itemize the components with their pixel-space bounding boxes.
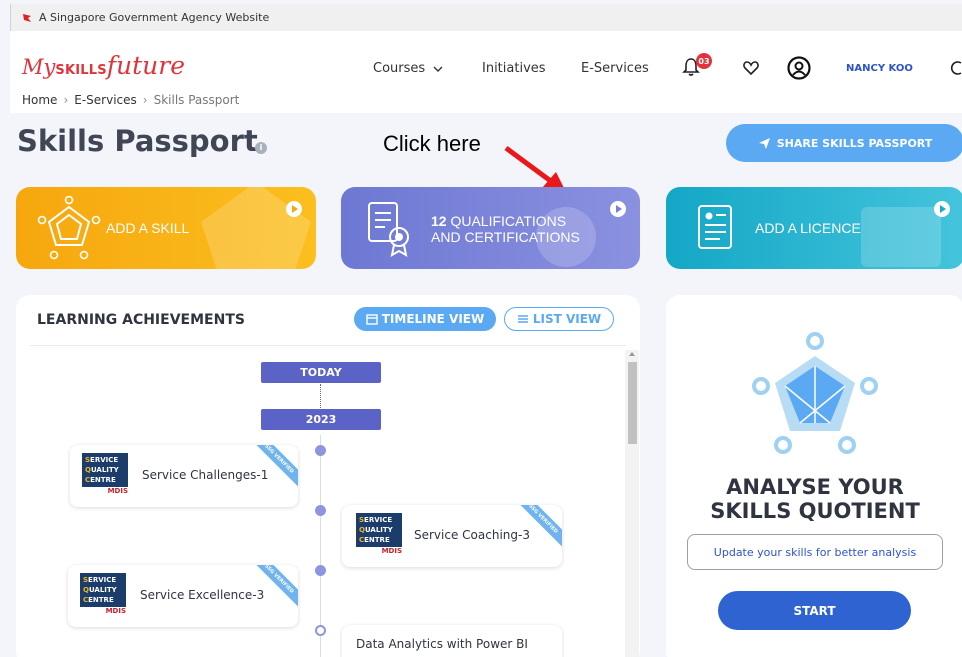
scroll-up-arrow-icon[interactable]: [629, 352, 635, 356]
share-button-label: SHARE SKILLS PASSPORT: [776, 136, 933, 150]
play-icon[interactable]: [934, 201, 950, 217]
card-decoration-icon: [861, 207, 941, 267]
year-marker: 2023: [261, 409, 381, 430]
scroll-thumb[interactable]: [628, 362, 637, 444]
lion-head-icon: [23, 13, 31, 22]
sqc-word: UALITY: [90, 466, 119, 474]
add-skill-label: ADD A SKILL: [106, 220, 190, 236]
skill-radar-icon: [37, 195, 101, 260]
add-licence-card[interactable]: ADD A LICENCE: [666, 187, 962, 269]
search-icon[interactable]: [950, 59, 962, 77]
gov-banner: A Singapore Government Agency Website: [10, 4, 962, 31]
sqc-word: ENTRE: [90, 476, 116, 484]
sqc-word: ERVICE: [88, 576, 117, 584]
achievement-title: Service Coaching-3: [414, 528, 530, 542]
timeline-dot: [315, 625, 326, 636]
sqc-word: ERVICE: [90, 456, 119, 464]
sqc-word: UALITY: [364, 526, 393, 534]
list-view-button[interactable]: LIST VIEW: [504, 307, 614, 331]
nav-eservices-label: E-Services: [581, 61, 649, 76]
skills-quotient-panel: ANALYSE YOUR SKILLS QUOTIENT Update your…: [666, 295, 962, 657]
qualifications-line1: QUALIFICATIONS: [450, 213, 567, 229]
analyse-title: ANALYSE YOUR SKILLS QUOTIENT: [666, 475, 962, 523]
achievement-card[interactable]: SERVICE QUALITY CENTRE MDIS Service Coachi…: [342, 505, 562, 567]
update-skills-box: Update your skills for better analysis: [687, 534, 943, 570]
nav-courses-label: Courses: [373, 61, 426, 76]
breadcrumb: Home › E-Services › Skills Passport: [22, 93, 239, 107]
achievement-card[interactable]: Data Analytics with Power BI: [342, 625, 562, 657]
nav-initiatives[interactable]: Initiatives: [482, 61, 546, 76]
play-icon[interactable]: [610, 201, 626, 217]
analyse-title-line1: ANALYSE YOUR: [726, 475, 904, 499]
learning-achievements-panel: LEARNING ACHIEVEMENTS TIMELINE VIEW LIST…: [16, 295, 640, 657]
click-here-annotation: Click here: [383, 131, 481, 156]
pentagon-decoration-icon: [201, 187, 311, 269]
breadcrumb-separator-icon: ›: [63, 93, 69, 107]
start-button[interactable]: START: [718, 591, 911, 630]
today-marker: TODAY: [261, 362, 381, 383]
site-header: MySKILLSfuture Courses Initiatives E-Ser…: [10, 31, 962, 113]
heart-icon[interactable]: [743, 61, 759, 75]
logo-my: My: [22, 55, 56, 79]
mdis-label: MDIS: [381, 547, 402, 555]
timeline-dot: [315, 565, 326, 576]
mdis-label: MDIS: [105, 607, 126, 615]
play-icon[interactable]: [286, 201, 302, 217]
sqc-logo: SERVICE QUALITY CENTRE MDIS: [82, 453, 128, 497]
timeline-scrollbar[interactable]: [625, 350, 639, 657]
notification-badge: 03: [696, 53, 712, 69]
timeline-view-label: TIMELINE VIEW: [381, 312, 485, 326]
logo-skills: SKILLS: [55, 63, 107, 78]
breadcrumb-eservices[interactable]: E-Services: [74, 93, 137, 107]
qualifications-count: 12: [431, 213, 447, 229]
achievement-card[interactable]: SERVICE QUALITY CENTRE MDIS Service Excell…: [68, 565, 298, 627]
qualifications-label: 12 QUALIFICATIONS AND CERTIFICATIONS: [431, 213, 580, 245]
calendar-icon: [366, 314, 378, 325]
licence-document-icon: [698, 205, 732, 249]
breadcrumb-current: Skills Passport: [153, 93, 240, 107]
certificate-icon: [368, 202, 409, 257]
timeline-dotted-connector: [320, 384, 321, 408]
logo-future: future: [106, 51, 186, 80]
timeline-dot: [315, 445, 326, 456]
nav-courses[interactable]: Courses: [373, 61, 445, 76]
add-licence-label: ADD A LICENCE: [755, 220, 861, 236]
achievement-title: Data Analytics with Power BI: [356, 637, 528, 651]
nav-initiatives-label: Initiatives: [482, 61, 546, 76]
nav-eservices[interactable]: E-Services: [581, 61, 649, 76]
add-skill-card[interactable]: ADD A SKILL: [16, 187, 316, 269]
sqc-logo: SERVICE QUALITY CENTRE MDIS: [356, 513, 402, 557]
sqc-word: ERVICE: [364, 516, 393, 524]
mdis-label: MDIS: [107, 487, 128, 495]
timeline-view-button[interactable]: TIMELINE VIEW: [354, 307, 496, 331]
skills-radar-icon: [752, 332, 878, 454]
achievement-title: Service Excellence-3: [140, 588, 265, 602]
sqc-logo: SERVICE QUALITY CENTRE MDIS: [80, 573, 126, 617]
gov-banner-text: A Singapore Government Agency Website: [39, 11, 270, 24]
timeline-dot: [315, 505, 326, 516]
qualifications-card[interactable]: 12 QUALIFICATIONS AND CERTIFICATIONS: [341, 187, 640, 269]
chevron-down-icon: [433, 66, 443, 72]
learning-achievements-title: LEARNING ACHIEVEMENTS: [37, 312, 245, 328]
qualifications-line2: AND CERTIFICATIONS: [431, 229, 580, 245]
achievement-card[interactable]: SERVICE QUALITY CENTRE MDIS Service Challe…: [70, 445, 298, 507]
breadcrumb-separator-icon: ›: [142, 93, 148, 107]
analyse-title-line2: SKILLS QUOTIENT: [710, 499, 920, 523]
panel-divider: [30, 345, 626, 346]
paper-plane-icon: [758, 137, 770, 149]
list-view-label: LIST VIEW: [532, 312, 602, 326]
myskillsfuture-logo[interactable]: MySKILLSfuture: [22, 51, 185, 80]
share-skills-passport-button[interactable]: SHARE SKILLS PASSPORT: [726, 124, 962, 162]
info-icon[interactable]: i: [255, 142, 267, 154]
list-icon: [517, 315, 528, 323]
timeline-line: [320, 435, 321, 657]
user-name[interactable]: NANCY KOO: [846, 63, 913, 74]
page-title: Skills Passport: [17, 124, 258, 158]
breadcrumb-home[interactable]: Home: [22, 93, 57, 107]
user-avatar-icon[interactable]: [787, 56, 811, 80]
sqc-word: UALITY: [88, 586, 117, 594]
sqc-word: ENTRE: [88, 596, 114, 604]
sqc-word: ENTRE: [364, 536, 390, 544]
achievement-title: Service Challenges-1: [142, 468, 269, 482]
